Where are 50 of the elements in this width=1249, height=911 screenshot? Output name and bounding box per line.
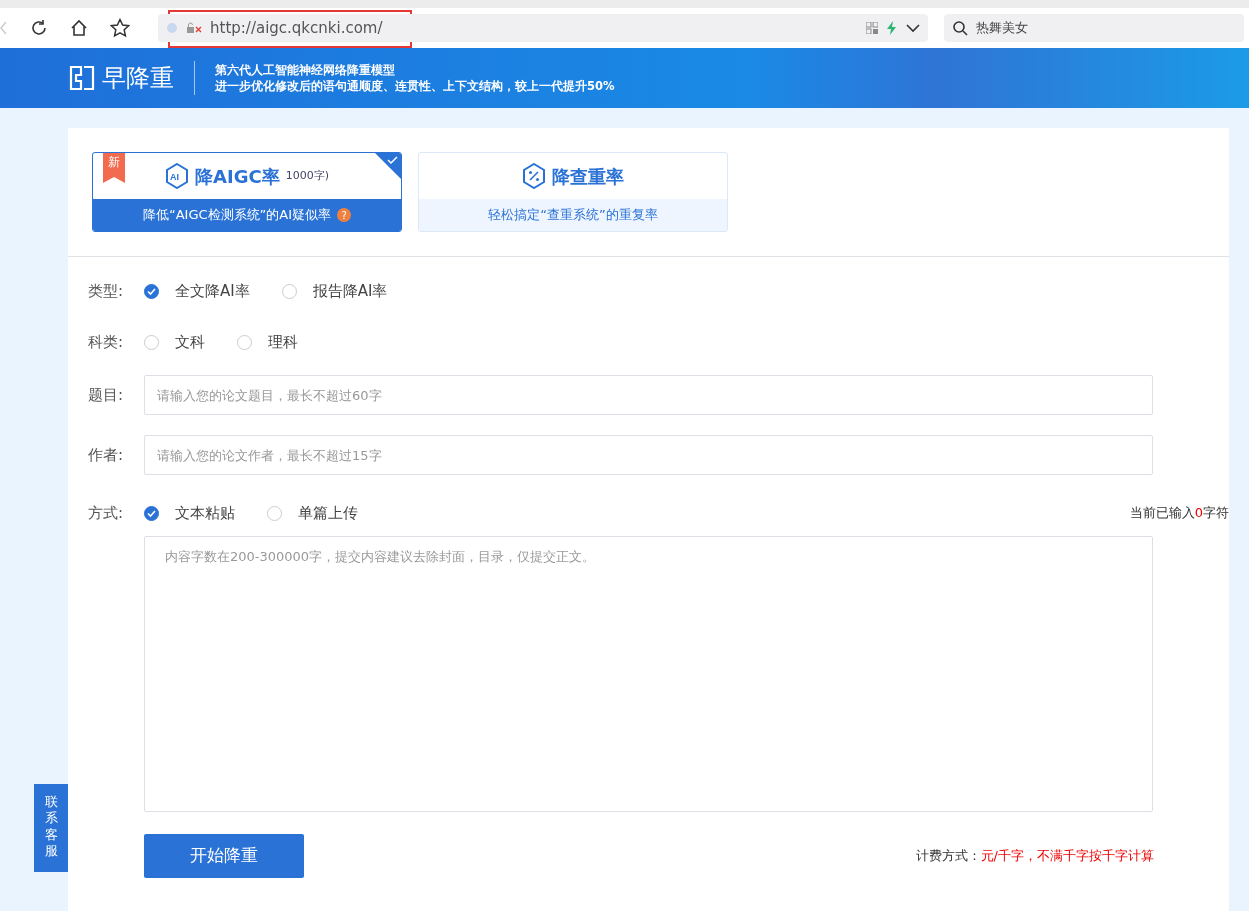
- author-input-field[interactable]: 请输入您的论文作者，最长不超过15字: [144, 435, 1153, 475]
- home-icon[interactable]: [70, 19, 88, 37]
- field-label: 科类:: [88, 331, 125, 353]
- icon-label: AI: [170, 172, 180, 182]
- price-note: 1000字): [285, 167, 329, 184]
- insecure-lock-icon[interactable]: [186, 22, 202, 34]
- selected-check-icon: [375, 153, 401, 179]
- content-text-area[interactable]: 内容字数在200-300000字，提交内容建议去除封面，目录，仅提交正文。: [144, 536, 1153, 812]
- field-label: 作者:: [88, 444, 125, 466]
- logo-icon: [68, 64, 96, 92]
- title-input-field[interactable]: 请输入您的论文题目，最长不超过60字: [144, 375, 1153, 415]
- address-bar[interactable]: http://aigc.qkcnki.com/: [158, 14, 928, 42]
- search-bar[interactable]: 热舞美女: [944, 14, 1244, 42]
- star-icon[interactable]: [110, 18, 130, 38]
- fee-note: 计费方式：元/千字，不满千字按千字计算: [915, 847, 1154, 866]
- lightning-icon[interactable]: [886, 21, 898, 35]
- service-title: 降查重率: [552, 164, 624, 189]
- percent-hexagon-icon: [522, 163, 546, 189]
- tagline: 第六代人工智能神经网络降重模型: [215, 61, 396, 78]
- qr-code-icon[interactable]: [866, 22, 878, 34]
- chevron-down-icon[interactable]: [906, 23, 920, 33]
- reload-icon[interactable]: [30, 19, 48, 37]
- logo-text: 早降重: [102, 63, 174, 94]
- option-label[interactable]: 报告降AI率: [312, 279, 388, 303]
- radio-button[interactable]: [144, 283, 159, 299]
- service-subtitle: 降低“AIGC检测系统”的AI疑似率: [142, 206, 332, 225]
- field-label: 类型:: [88, 280, 125, 302]
- tagline: 进一步优化修改后的语句通顺度、连贯性、上下文结构，较上一代提升50%: [215, 78, 615, 95]
- new-badge: 新: [103, 153, 125, 183]
- check-icon: [147, 508, 156, 518]
- option-label[interactable]: 文本粘贴: [175, 501, 235, 525]
- service-card[interactable]: AI 降AIGC率 1000字) 降低“AIGC检测系统”的AI疑似率 ? 新: [92, 152, 402, 232]
- service-title: 降AIGC率: [195, 164, 280, 189]
- search-placeholder: 热舞美女: [976, 19, 1028, 38]
- field-label: 题目:: [88, 384, 125, 406]
- search-icon: [952, 20, 968, 36]
- option-label[interactable]: 单篇上传: [298, 501, 358, 525]
- service-subtitle: 轻松搞定“查重系统”的重复率: [488, 206, 658, 225]
- service-card[interactable]: 降查重率 轻松搞定“查重系统”的重复率: [418, 152, 728, 232]
- contact-tab[interactable]: 联系客服: [34, 784, 68, 872]
- field-label: 方式:: [88, 502, 125, 524]
- start-button[interactable]: 开始降重: [144, 834, 304, 878]
- url-text[interactable]: http://aigc.qkcnki.com/: [210, 16, 383, 40]
- option-label[interactable]: 理科: [268, 330, 298, 354]
- option-label[interactable]: 文科: [175, 330, 205, 354]
- site-icon: [166, 22, 178, 34]
- character-counter: 当前已输入0字符: [1129, 504, 1229, 523]
- check-icon: [147, 286, 156, 296]
- option-label[interactable]: 全文降AI率: [175, 279, 250, 303]
- radio-button[interactable]: [144, 505, 159, 521]
